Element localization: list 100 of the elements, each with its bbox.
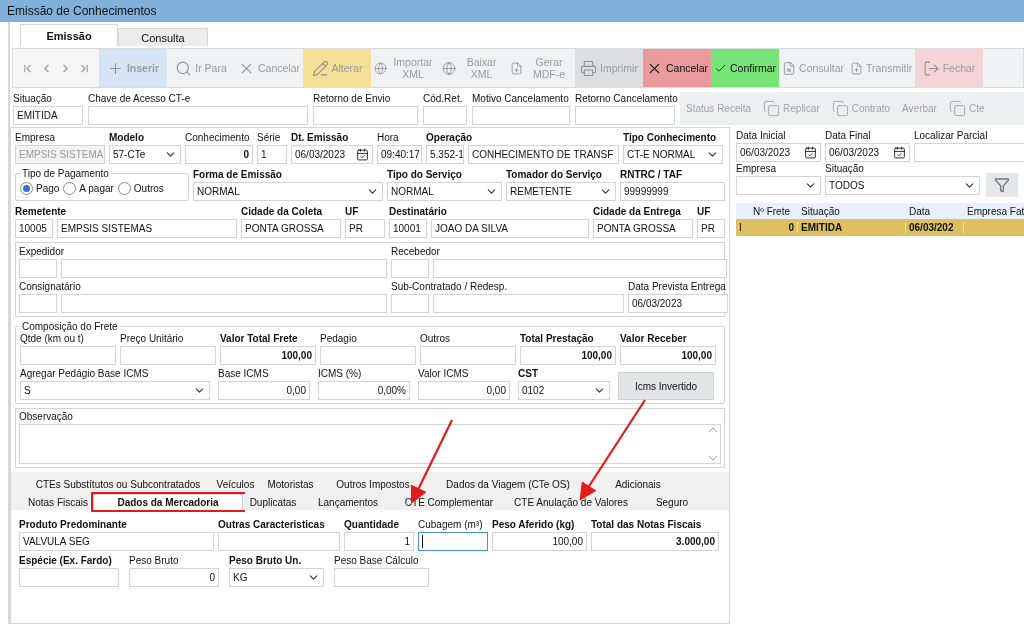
action-button[interactable]: Icms Invertido <box>618 372 714 400</box>
field-label: Situação <box>13 92 52 106</box>
text-field[interactable]: 0 <box>129 568 219 587</box>
column-header: Data <box>908 205 932 217</box>
radio-button[interactable]: A pagar <box>63 181 116 195</box>
table-cell: 0 <box>750 222 798 233</box>
radio-button[interactable]: Pago <box>20 181 62 195</box>
column-header: Nº Frete <box>752 205 791 217</box>
search-icon <box>175 59 193 77</box>
field-label: Data Prevista Entrega <box>628 280 726 294</box>
text-field[interactable]: EMPSIS SISTEMAS <box>57 219 237 238</box>
field-label: Retorno Cancelamento <box>575 92 678 106</box>
text-field[interactable]: 1 <box>257 145 287 164</box>
field-label: Preço Unitário <box>120 332 184 346</box>
tab[interactable]: Emissão <box>20 24 118 46</box>
text-field[interactable]: JOAO DA SILVA <box>431 219 589 238</box>
calendar-icon <box>356 148 369 161</box>
text-field[interactable]: 100,00 <box>220 346 316 365</box>
field-label: Data Inicial <box>736 129 786 143</box>
filter-button[interactable] <box>986 173 1018 197</box>
dropdown[interactable]: NORMAL <box>387 182 502 201</box>
window-title: Emissão de Conhecimentos <box>0 0 1024 22</box>
code-field[interactable] <box>391 259 429 278</box>
dropdown[interactable]: NORMAL <box>193 182 383 201</box>
dropdown[interactable] <box>736 176 821 195</box>
text-field[interactable]: 3.000,00 <box>591 532 719 551</box>
dropdown[interactable]: 57-CTe <box>109 145 181 164</box>
tab[interactable]: Consulta <box>118 28 208 46</box>
text-field[interactable]: 0,00% <box>318 381 410 400</box>
upload-icon <box>850 59 863 77</box>
text-field[interactable]: 100,00 <box>620 346 716 365</box>
text-field[interactable]: PR <box>697 219 725 238</box>
field-label: Retorno de Envio <box>313 92 391 106</box>
field-label: Qtde (km ou t) <box>20 332 84 346</box>
field-label: Produto Predominante <box>19 518 127 532</box>
code-field[interactable]: 5.352-1 <box>426 145 464 164</box>
field-label: Conhecimento <box>185 131 250 145</box>
text-field[interactable]: VALVULA SEG <box>19 532 214 551</box>
field-label: Valor Receber <box>620 332 687 346</box>
dropdown[interactable]: KG <box>229 568 324 587</box>
field-label: Remetente <box>15 205 67 219</box>
text-field[interactable]: 100,00 <box>520 346 616 365</box>
text-field[interactable]: 09:40:17 <box>377 145 422 164</box>
toolbar-button[interactable]: Cancelar <box>643 49 711 87</box>
text-field[interactable]: 0 <box>185 145 253 164</box>
field-label: Empresa <box>15 131 55 145</box>
toolbar-button[interactable]: Confirmar <box>711 49 779 87</box>
dropdown[interactable]: 0102 <box>518 381 610 400</box>
field-label: Situação <box>825 162 864 176</box>
field-label: Outros <box>420 332 450 346</box>
field-label: Cubagem (m³) <box>418 518 483 532</box>
code-field[interactable] <box>19 259 57 278</box>
text-field[interactable]: 0,00 <box>418 381 510 400</box>
field-label: Peso Base Cálculo <box>334 554 419 568</box>
field-label: Pedagio <box>320 332 357 346</box>
field-label: Forma de Emissão <box>193 168 282 182</box>
copy-icon <box>763 100 781 117</box>
field-label: Empresa <box>736 162 776 176</box>
table-cell: 06/03/202 <box>906 222 964 233</box>
scroll-down-icon[interactable] <box>708 455 718 461</box>
field-label: Tipo Conhecimento <box>623 131 717 145</box>
text-field[interactable]: 1 <box>344 532 414 551</box>
field-label: Chave de Acesso CT-e <box>88 92 191 106</box>
code-field[interactable] <box>391 294 429 313</box>
text-field[interactable]: PONTA GROSSA <box>593 219 693 238</box>
text-field[interactable] <box>418 532 488 551</box>
dropdown[interactable]: CT-E NORMAL <box>623 145 723 164</box>
column-header: Situação <box>800 205 841 217</box>
field-label: Observação <box>19 410 73 424</box>
text-field[interactable]: 06/03/2023 <box>628 294 728 313</box>
text-field[interactable]: PR <box>345 219 385 238</box>
field-label: Tipo do Serviço <box>387 168 462 182</box>
tab[interactable]: Dados da Mercadoria <box>93 494 243 510</box>
scroll-up-icon[interactable] <box>708 427 718 433</box>
text-field[interactable]: PONTA GROSSA <box>241 219 341 238</box>
globe-icon <box>374 59 387 77</box>
text-field[interactable]: 0,00 <box>218 381 310 400</box>
dropdown[interactable]: REMETENTE <box>506 182 616 201</box>
code-field[interactable]: 10001 <box>389 219 427 238</box>
code-field[interactable]: 10005 <box>15 219 53 238</box>
radio-button[interactable]: Outros <box>117 181 166 195</box>
date-field[interactable]: 06/03/2023 <box>736 143 821 162</box>
text-field[interactable]: 100,00 <box>492 532 587 551</box>
table-row[interactable]: I 0 EMITIDA 06/03/202 <box>736 219 1024 236</box>
text-field[interactable]: EMITIDA <box>13 106 83 125</box>
group-label: Composição do Frete <box>21 321 119 332</box>
code-field[interactable] <box>19 294 57 313</box>
field-label: Total Prestação <box>520 332 594 346</box>
date-field[interactable]: 06/03/2023 <box>825 143 910 162</box>
field-label: Operação <box>426 131 473 145</box>
field-label: RNTRC / TAF <box>620 168 683 182</box>
dropdown[interactable]: S <box>20 381 210 400</box>
date-field[interactable]: 06/03/2023 <box>291 145 373 164</box>
text-field[interactable]: CONHECIMENTO DE TRANSF <box>468 145 619 164</box>
field-label: Cód.Ret. <box>423 92 463 106</box>
field-label: Valor Total Frete <box>220 332 298 346</box>
text-field[interactable]: 99999999 <box>620 182 725 201</box>
text-area[interactable] <box>19 424 721 464</box>
field-label: Dt. Emissão <box>291 131 349 145</box>
dropdown[interactable]: TODOS <box>825 176 980 195</box>
